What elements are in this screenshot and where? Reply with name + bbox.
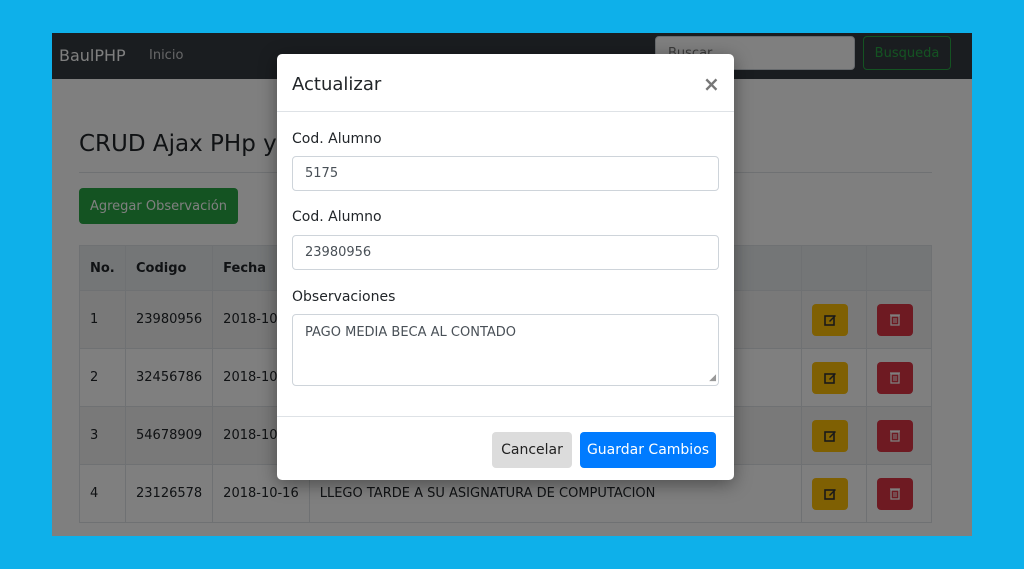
modal-footer: Cancelar Guardar Cambios xyxy=(277,416,734,481)
observations-textarea[interactable]: PAGO MEDIA BECA AL CONTADO ◢ xyxy=(292,314,719,386)
update-modal: Actualizar × Cod. Alumno 5175 Cod. Alumn… xyxy=(277,54,734,480)
modal-header: Actualizar × xyxy=(277,54,734,112)
student-code-field[interactable]: 23980956 xyxy=(292,235,719,270)
close-icon[interactable]: × xyxy=(703,72,720,96)
cancel-button[interactable]: Cancelar xyxy=(492,432,572,468)
observations-text: PAGO MEDIA BECA AL CONTADO xyxy=(305,325,517,340)
save-changes-button[interactable]: Guardar Cambios xyxy=(580,432,716,468)
student-code-label-2: Cod. Alumno xyxy=(292,209,382,225)
resize-handle-icon[interactable]: ◢ xyxy=(709,373,716,383)
observations-label: Observaciones xyxy=(292,289,396,305)
modal-title: Actualizar xyxy=(292,74,382,95)
student-id-field[interactable]: 5175 xyxy=(292,156,719,191)
student-code-label: Cod. Alumno xyxy=(292,131,382,147)
